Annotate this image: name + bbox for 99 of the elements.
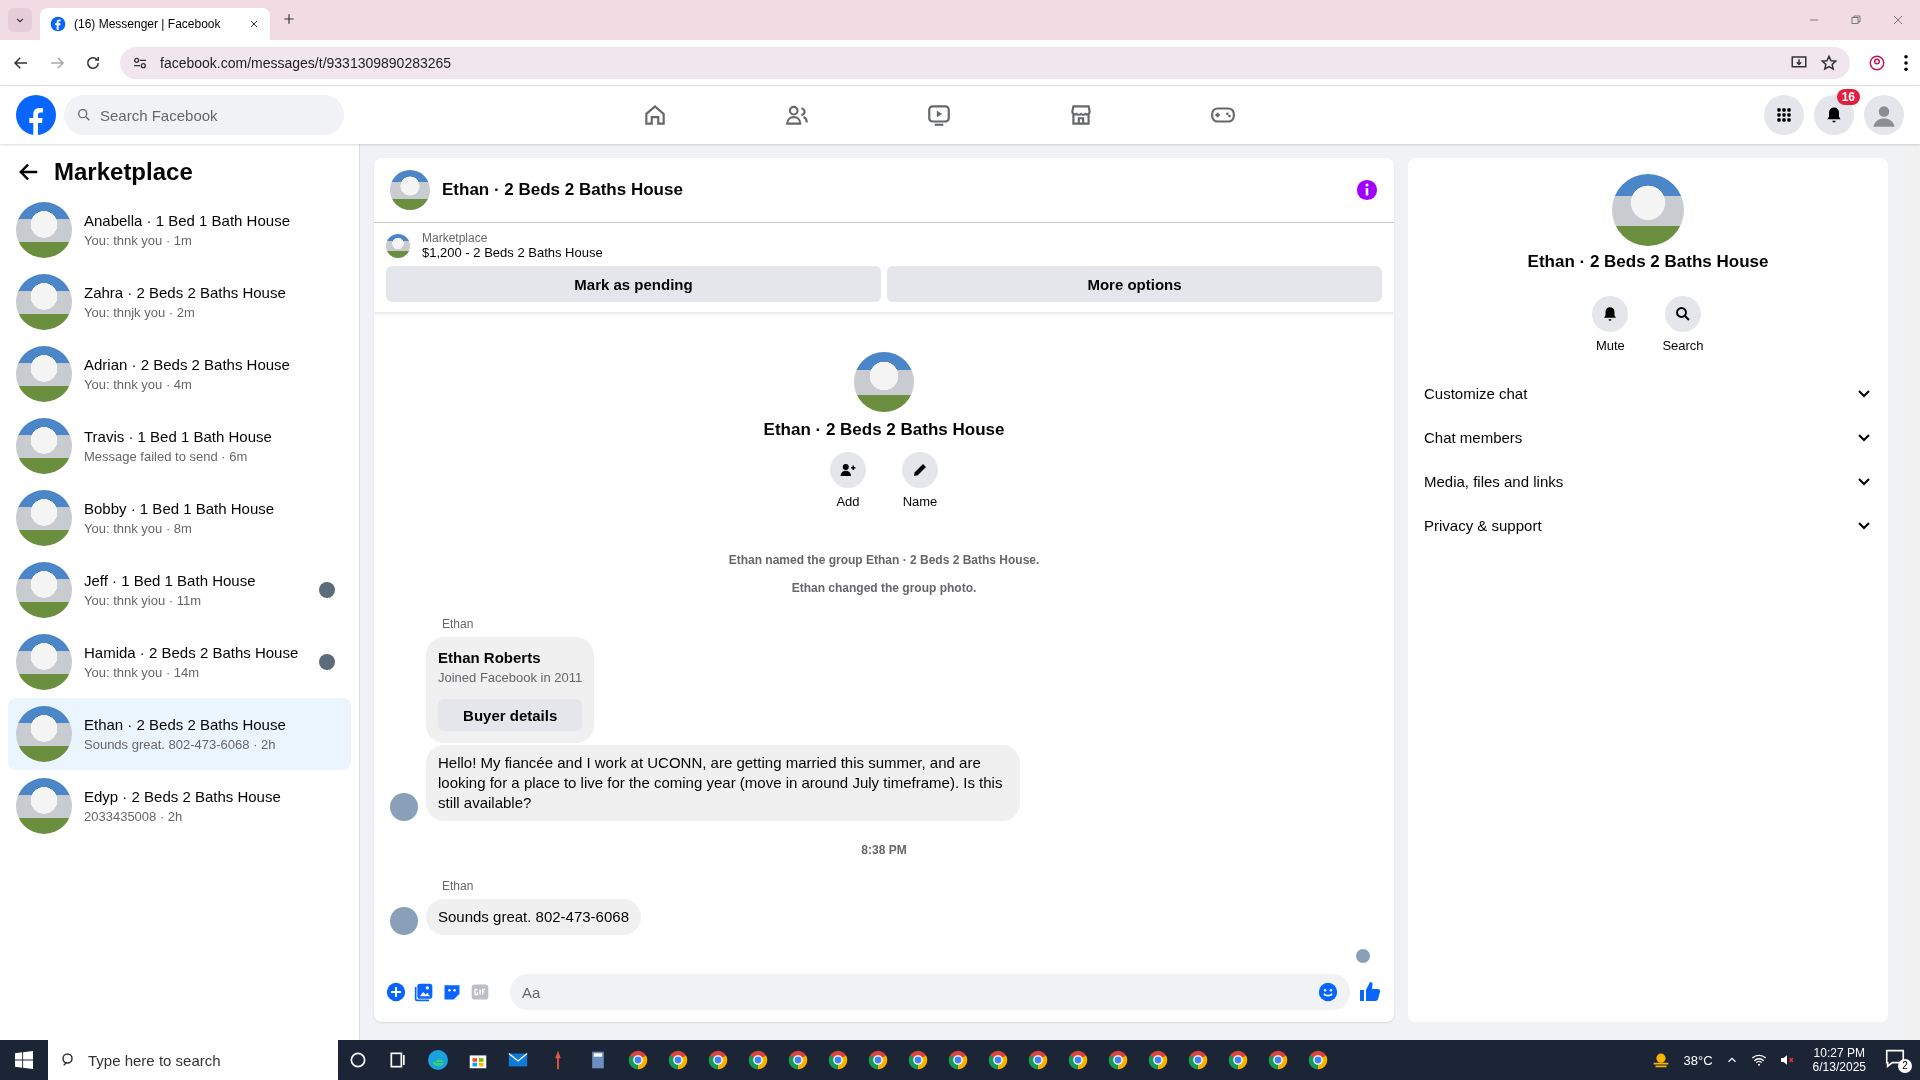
clock[interactable]: 10:27 PM 6/13/2025: [1806, 1045, 1872, 1075]
grid-icon: [1774, 105, 1794, 125]
thumbs-up-icon[interactable]: [1358, 980, 1382, 1004]
conversation-title: Edyp · 2 Beds 2 Baths House: [84, 788, 282, 805]
photo-placeholder: [16, 562, 72, 618]
conversation-item[interactable]: Zahra · 2 Beds 2 Baths House You: thnjk you · 2m: [8, 266, 351, 338]
system-message: Ethan changed the group photo.: [791, 581, 977, 595]
sender-avatar: [390, 907, 418, 935]
restore-icon: [1850, 14, 1862, 26]
conversation-title: Anabella · 1 Bed 1 Bath House: [84, 212, 291, 229]
search-icon: [1674, 305, 1692, 323]
photo-placeholder: [390, 170, 430, 210]
browser-tab[interactable]: (16) Messenger | Facebook: [40, 8, 270, 40]
add-person-icon: [839, 461, 857, 479]
listing-action-button[interactable]: Mark as pending: [386, 266, 881, 302]
conversation-preview: Message failed to send · 6m: [84, 449, 249, 464]
emoji-icon[interactable]: [1318, 982, 1338, 1002]
back-button[interactable]: [18, 161, 40, 183]
add-icon[interactable]: [386, 982, 406, 1002]
account-button[interactable]: [1864, 95, 1904, 135]
photo-placeholder: [16, 490, 72, 546]
profile-name: Ethan Roberts: [438, 649, 542, 666]
info-icon[interactable]: [1356, 179, 1378, 201]
photo-placeholder: [386, 233, 410, 258]
conversation-preview: 2033435008 · 2h: [84, 809, 184, 824]
conversation-item[interactable]: Jeff · 1 Bed 1 Bath House You: thnk yiou · 11m: [8, 554, 351, 626]
sender-avatar: [390, 793, 418, 821]
search-icon: [76, 107, 92, 123]
notification-badge: 16: [1836, 89, 1860, 105]
chat-title: Ethan · 2 Beds 2 Baths House: [442, 180, 684, 200]
listing-source: Marketplace: [422, 231, 489, 245]
photo-placeholder: [16, 202, 72, 258]
taskbar-search-field[interactable]: Type here to search: [48, 1040, 338, 1080]
conversation-title: Ethan · 2 Beds 2 Baths House: [84, 716, 287, 733]
menu-button[interactable]: [1764, 95, 1804, 135]
conversation-preview: You: thnjk you · 2m: [84, 305, 196, 320]
conversation-title: Hamida · 2 Beds 2 Baths House: [84, 644, 300, 661]
conversation-preview: Sounds great. 802-473-6068 · 2h: [84, 737, 277, 752]
photo-placeholder: [16, 346, 72, 402]
read-receipt-avatar: [1356, 949, 1370, 963]
search-field[interactable]: Search Facebook: [64, 95, 344, 135]
conversation-item[interactable]: Ethan · 2 Beds 2 Baths House Sounds great. 802-473-6068 · 2h: [8, 698, 351, 770]
conversation-item[interactable]: Adrian · 2 Beds 2 Baths House You: thnk you · 4m: [8, 338, 351, 410]
timestamp: 8:38 PM: [861, 843, 907, 857]
photo-icon[interactable]: [414, 982, 434, 1002]
temperature: 38°C: [1683, 1052, 1713, 1068]
listing-title: $1,200 - 2 Beds 2 Baths House: [422, 245, 603, 260]
conversation-title: Travis · 1 Bed 1 Bath House: [84, 428, 273, 445]
section-header[interactable]: Privacy & support: [1420, 503, 1876, 547]
section-header[interactable]: Customize chat: [1420, 371, 1876, 415]
profile-icon: [1868, 53, 1886, 72]
section-title: Marketplace: [54, 158, 193, 186]
wifi-icon: [1750, 1052, 1767, 1068]
conversation-item[interactable]: Anabella · 1 Bed 1 Bath House You: thnk you · 1m: [8, 194, 351, 266]
address-bar[interactable]: facebook.com/messages/t/9331309890283265: [120, 46, 1850, 79]
plus-icon: [282, 12, 296, 26]
conversation-preview: You: thnk yiou · 11m: [84, 593, 203, 608]
photo-placeholder: [16, 778, 72, 834]
conversation-preview: You: thnk you · 1m: [84, 233, 193, 248]
more-icon[interactable]: [1904, 54, 1908, 71]
conversation-item[interactable]: Edyp · 2 Beds 2 Baths House 2033435008 · 2h: [8, 770, 351, 842]
profile-subtitle: Joined Facebook in 2011: [438, 670, 583, 685]
photo-placeholder: [16, 634, 72, 690]
conversation-preview: You: thnk you · 8m: [84, 521, 193, 536]
close-icon: [248, 18, 260, 30]
conversation-preview: You: thnk you · 4m: [84, 377, 193, 392]
star-icon: [1820, 53, 1838, 72]
conversation-item[interactable]: Travis · 1 Bed 1 Bath House Message failed to send · 6m: [8, 410, 351, 482]
scrollbar[interactable]: [1904, 144, 1920, 1040]
conversation-item[interactable]: Hamida · 2 Beds 2 Baths House You: thnk you · 14m: [8, 626, 351, 698]
section-header[interactable]: Chat members: [1420, 415, 1876, 459]
conversation-title: Jeff · 1 Bed 1 Bath House: [84, 572, 257, 589]
listing-action-button[interactable]: More options: [887, 266, 1382, 302]
conversation-title: Zahra · 2 Beds 2 Baths House: [84, 284, 287, 301]
message-bubble: Hello! My fiancée and I work at UCONN, are getting married this summer, and are looking for a place to live for the coming year (move in around July timeframe). Is this still available?: [426, 745, 1020, 821]
facebook-logo: [16, 95, 56, 135]
section-header[interactable]: Media, files and links: [1420, 459, 1876, 503]
photo-placeholder: [854, 352, 914, 412]
pencil-icon: [911, 461, 929, 479]
chat-name: Ethan · 2 Beds 2 Baths House: [1527, 252, 1769, 272]
sticker-icon[interactable]: [442, 982, 462, 1002]
message-input[interactable]: Aa: [510, 974, 1350, 1010]
sender-name: Ethan: [442, 617, 475, 631]
conversation-title: Bobby · 1 Bed 1 Bath House: [84, 500, 276, 517]
photo-placeholder: [16, 706, 72, 762]
tab-title: (16) Messenger | Facebook: [74, 17, 222, 31]
conversation-item[interactable]: Bobby · 1 Bed 1 Bath House You: thnk you · 8m: [8, 482, 351, 554]
system-message: Ethan named the group Ethan · 2 Beds 2 Baths House.: [728, 553, 1040, 567]
photo-placeholder: [16, 418, 72, 474]
conversation-title: Adrian · 2 Beds 2 Baths House: [84, 356, 291, 373]
windows-start-icon[interactable]: [15, 1051, 33, 1069]
group-name: Ethan · 2 Beds 2 Baths House: [763, 420, 1005, 440]
conversation-preview: You: thnk you · 14m: [84, 665, 201, 680]
buyer-details-button[interactable]: Buyer details: [438, 699, 583, 731]
photo-placeholder: [16, 274, 72, 330]
close-icon: [1892, 14, 1904, 26]
facebook-icon: [50, 16, 66, 32]
sender-name: Ethan: [442, 879, 475, 893]
message-bubble: Sounds great. 802-473-6068: [426, 899, 641, 935]
